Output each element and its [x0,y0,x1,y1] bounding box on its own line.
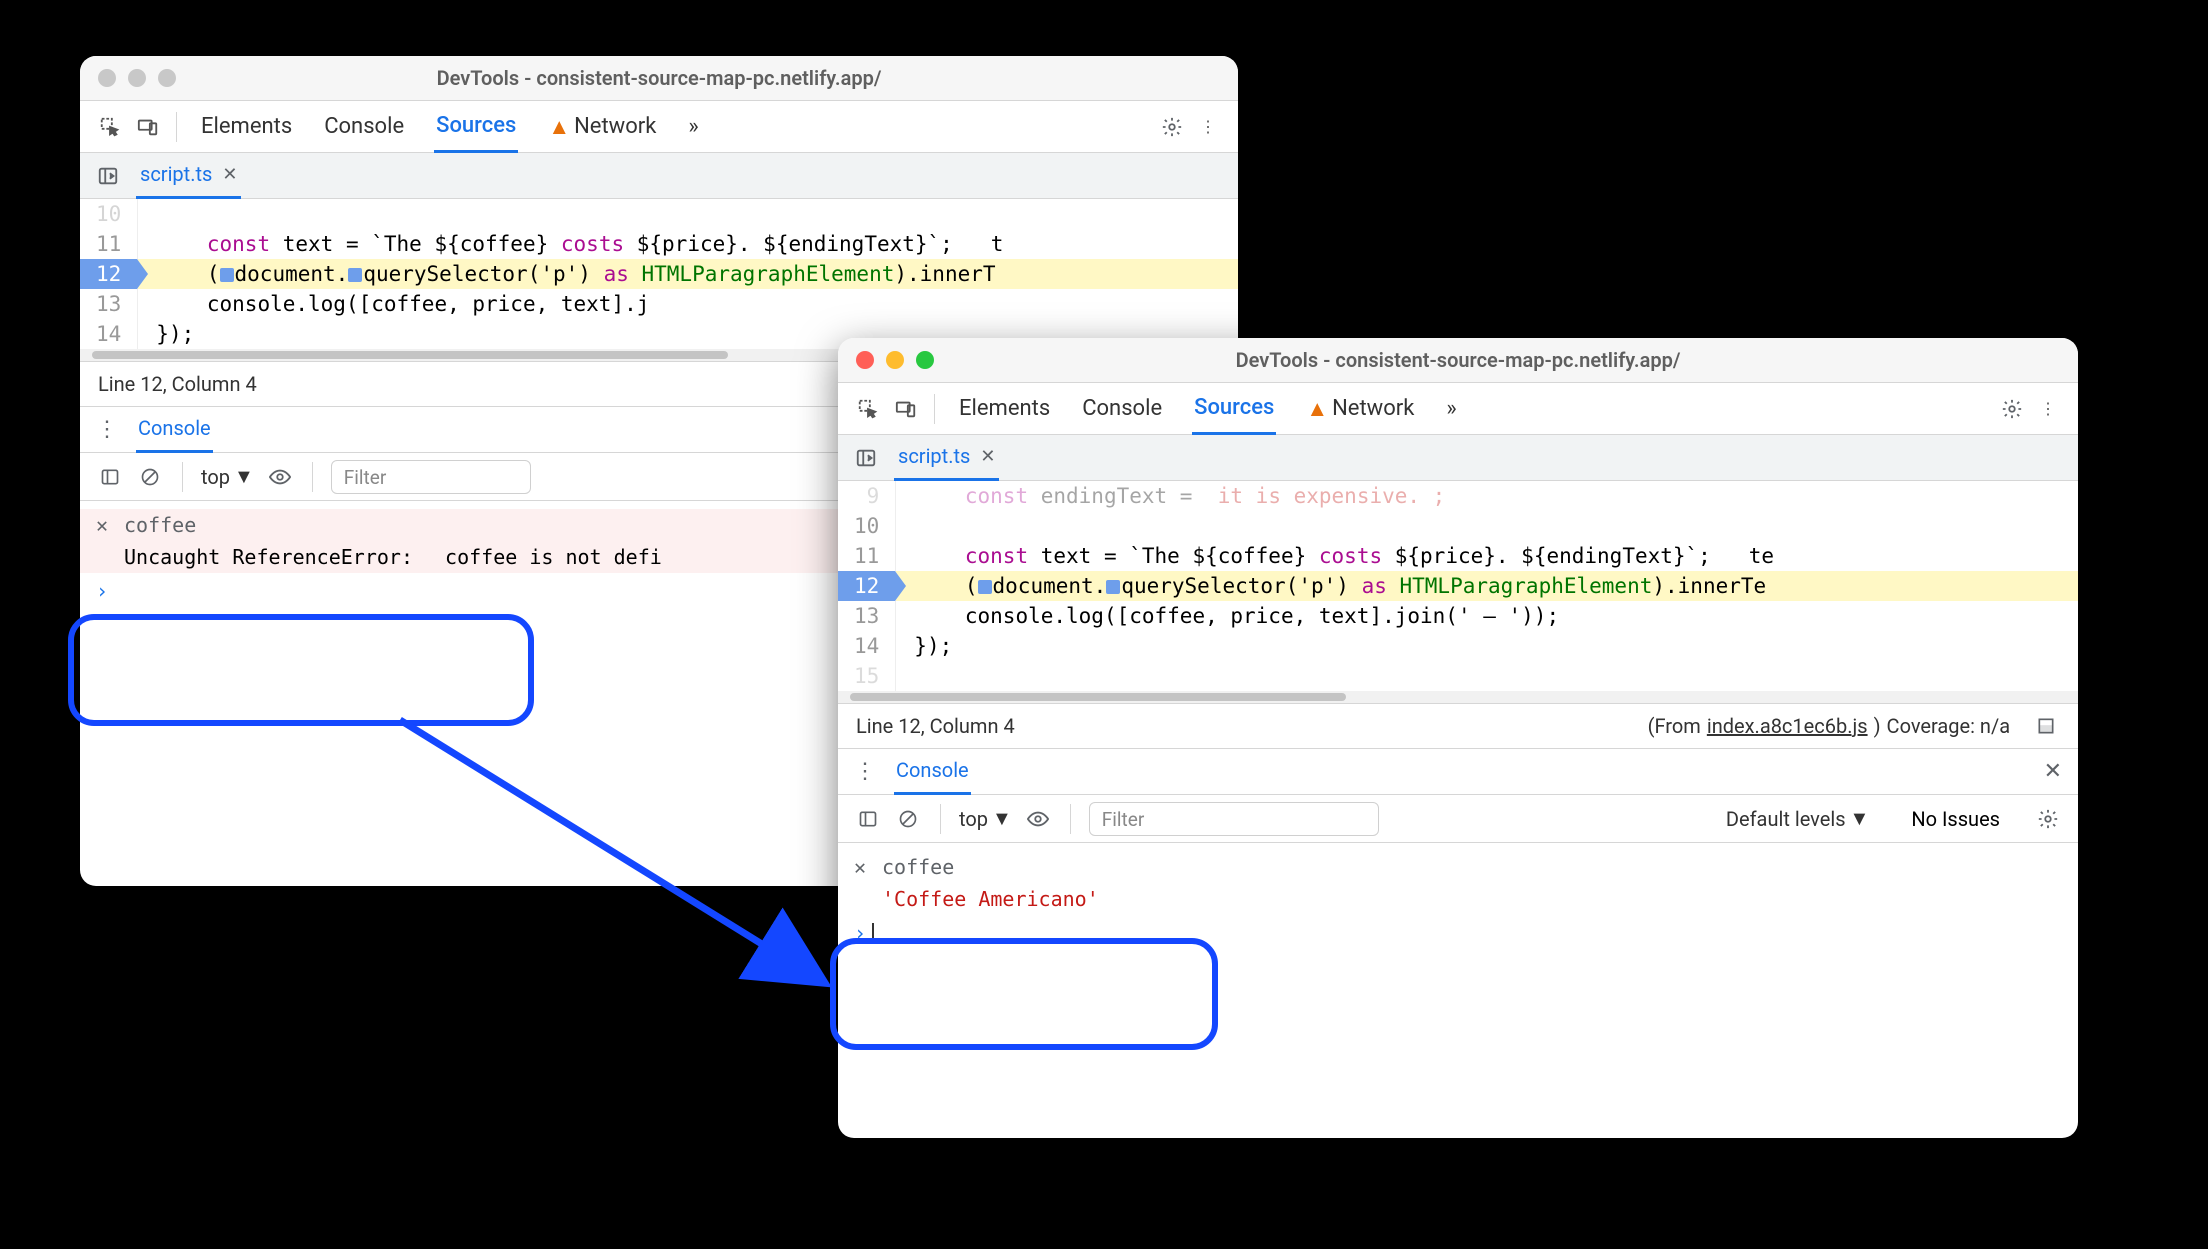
code-line [138,199,1238,229]
tab-sources[interactable]: Sources [1192,383,1276,435]
drawer-tab-console[interactable]: Console [894,748,971,795]
file-tabs: script.ts ✕ [838,435,2078,481]
code-line: const text = `The ${coffee} costs ${pric… [896,541,2078,571]
sidebar-toggle-icon[interactable] [854,805,882,833]
sidebar-toggle-icon[interactable] [96,463,124,491]
tab-elements[interactable]: Elements [957,384,1052,433]
code-editor[interactable]: 9 10 11 12 13 14 15 const endingText = i… [838,481,2078,691]
clear-console-icon[interactable] [136,463,164,491]
file-tabs: script.ts ✕ [80,153,1238,199]
console-entry: ✕ coffee [838,851,2078,883]
drawer-kebab-icon[interactable]: ⋮ [96,417,118,442]
zoom-window[interactable] [158,69,176,87]
context-selector[interactable]: top ▼ [959,806,1012,831]
tab-console[interactable]: Console [322,102,406,151]
gutter: 10 11 12 13 14 [80,199,138,349]
drawer-tab-console[interactable]: Console [136,406,213,453]
close-tab-icon[interactable]: ✕ [222,164,237,185]
console-input-text: coffee [124,513,196,537]
breakpoint-marker-icon [978,580,992,594]
console-settings-icon[interactable] [2034,805,2062,833]
issues-link[interactable]: No Issues [1911,807,2000,831]
settings-icon[interactable] [1998,395,2026,423]
live-expression-icon[interactable] [1024,805,1052,833]
code-line [896,511,2078,541]
tab-network[interactable]: ▲ Network [1304,384,1416,434]
code-line: console.log([coffee, price, text].join('… [896,601,2078,631]
navigator-toggle-icon[interactable] [94,162,122,190]
titlebar: DevTools - consistent-source-map-pc.netl… [838,338,2078,383]
horizontal-scrollbar[interactable] [838,691,2078,703]
source-link[interactable]: index.a8c1ec6b.js [1707,714,1868,738]
minimize-window[interactable] [886,351,904,369]
console-output[interactable]: ✕ coffee 'Coffee Americano' › [838,843,2078,1138]
file-tab-script[interactable]: script.ts ✕ [894,434,999,481]
code-editor[interactable]: 10 11 12 13 14 const text = `The ${coffe… [80,199,1238,349]
kebab-icon[interactable]: ⋮ [1194,113,1222,141]
close-window[interactable] [98,69,116,87]
code-line [896,661,2078,691]
code-line: const text = `The ${coffee} costs ${pric… [138,229,1238,259]
warning-icon: ▲ [548,114,570,140]
inspect-icon[interactable] [96,113,124,141]
more-tabs[interactable]: » [686,102,700,151]
close-window[interactable] [856,351,874,369]
titlebar: DevTools - consistent-source-map-pc.netl… [80,56,1238,101]
tab-console[interactable]: Console [1080,384,1164,433]
devtools-tabbar: Elements Console Sources ▲ Network » ⋮ [838,383,2078,435]
filter-input[interactable]: Filter [1089,802,1379,836]
file-tab-script[interactable]: script.ts ✕ [136,152,241,199]
close-tab-icon[interactable]: ✕ [980,446,995,467]
zoom-window[interactable] [916,351,934,369]
file-tab-label: script.ts [898,444,970,468]
code-line: console.log([coffee, price, text].j [138,289,1238,319]
context-selector[interactable]: top ▼ [201,464,254,489]
close-entry-icon[interactable]: ✕ [854,855,872,879]
kebab-icon[interactable]: ⋮ [2034,395,2062,423]
file-tab-label: script.ts [140,162,212,186]
settings-icon[interactable] [1158,113,1186,141]
code-line: }); [896,631,2078,661]
code-line-current: (document.querySelector('p') as HTMLPara… [138,259,1238,289]
tab-elements[interactable]: Elements [199,102,294,151]
device-icon[interactable] [892,395,920,423]
console-result: 'Coffee Americano' [838,883,2078,915]
inspect-icon[interactable] [854,395,882,423]
device-icon[interactable] [134,113,162,141]
more-tabs[interactable]: » [1444,384,1458,433]
filter-input[interactable]: Filter [331,460,531,494]
live-expression-icon[interactable] [266,463,294,491]
gutter: 9 10 11 12 13 14 15 [838,481,896,691]
tab-network[interactable]: ▲ Network [546,102,658,152]
breakpoint-marker-icon [1106,580,1120,594]
clear-console-icon[interactable] [894,805,922,833]
breakpoint-marker-icon [348,268,362,282]
cursor-position: Line 12, Column 4 [856,714,1015,738]
console-input-text: coffee [882,855,954,879]
drawer-kebab-icon[interactable]: ⋮ [854,759,876,784]
code-line-current: (document.querySelector('p') as HTMLPara… [896,571,2078,601]
tab-sources[interactable]: Sources [434,101,518,153]
log-levels[interactable]: Default levels ▼ [1726,806,1869,831]
cursor-position: Line 12, Column 4 [98,372,257,396]
coverage-icon[interactable] [2032,712,2060,740]
close-drawer-icon[interactable]: ✕ [2044,759,2062,784]
drawer-header: ⋮ Console ✕ [838,749,2078,795]
navigator-toggle-icon[interactable] [852,444,880,472]
close-entry-icon[interactable]: ✕ [96,513,114,537]
console-prompt[interactable]: › [838,915,2078,951]
code-line: const endingText = it is expensive. ; [896,481,2078,511]
warning-icon: ▲ [1306,396,1328,422]
minimize-window[interactable] [128,69,146,87]
console-toolbar: top ▼ Filter Default levels ▼ No Issues [838,795,2078,843]
window-title: DevTools - consistent-source-map-pc.netl… [838,348,2078,372]
window-title: DevTools - consistent-source-map-pc.netl… [80,66,1238,90]
breakpoint-marker-icon [220,268,234,282]
devtools-tabbar: Elements Console Sources ▲ Network » ⋮ [80,101,1238,153]
status-bar: Line 12, Column 4 (From index.a8c1ec6b.j… [838,703,2078,749]
